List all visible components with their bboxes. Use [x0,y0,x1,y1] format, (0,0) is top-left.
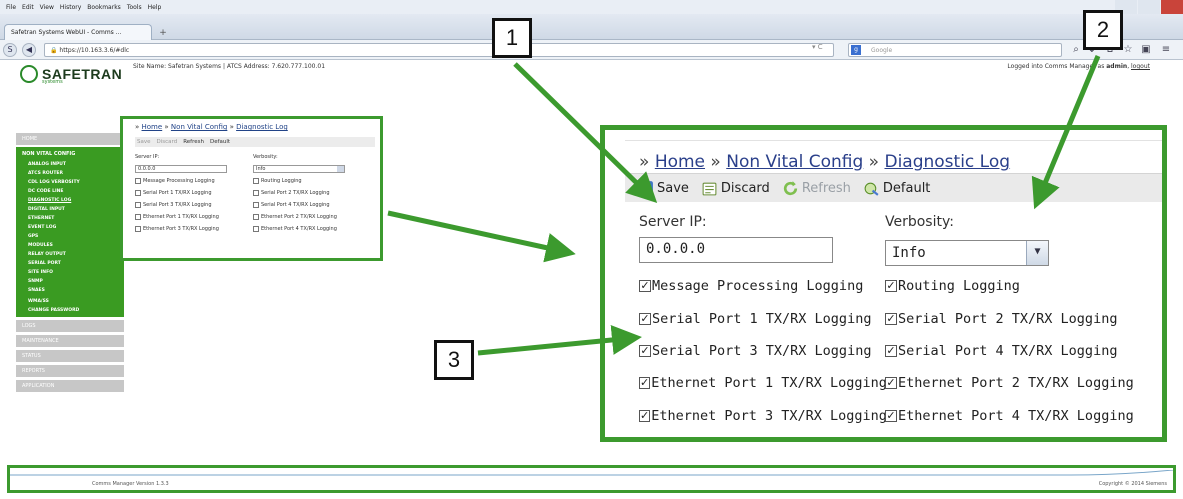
callout-2: 2 [1083,10,1123,50]
arrow-1 [513,62,658,203]
arrow-3 [477,325,642,356]
callout-3: 3 [434,340,474,380]
callout-arrows [387,55,1101,356]
arrow-zoom [387,210,576,263]
screenshot-root: File Edit View History Bookmarks Tools H… [0,0,1183,499]
arrow-2 [1031,55,1101,210]
callout-1: 1 [492,18,532,58]
